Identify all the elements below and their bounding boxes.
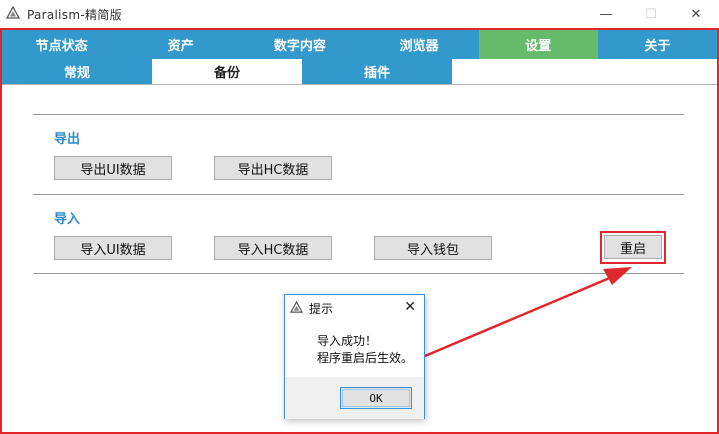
- tab-browser[interactable]: 浏览器: [359, 30, 479, 59]
- subtab-general[interactable]: 常规: [2, 59, 152, 84]
- dialog-footer: OK: [285, 377, 424, 419]
- restart-annotation-box: [600, 231, 666, 264]
- import-wallet-button[interactable]: 导入钱包: [374, 236, 492, 260]
- tab-label: 设置: [525, 39, 552, 54]
- import-section-label: 导入: [54, 212, 81, 227]
- sub-tab-bar: 常规 备份 插件: [2, 59, 452, 84]
- export-hc-data-button[interactable]: 导出HC数据: [214, 156, 332, 180]
- subtab-divider: [2, 84, 717, 85]
- subtab-label: 插件: [363, 66, 390, 81]
- tab-label: 资产: [167, 39, 194, 54]
- dialog-title: 提示: [309, 302, 334, 316]
- app-logo-icon: [6, 6, 20, 19]
- tab-digital-content[interactable]: 数字内容: [240, 30, 360, 59]
- tab-assets[interactable]: 资产: [121, 30, 241, 59]
- close-button[interactable]: ✕: [673, 0, 719, 28]
- main-tab-bar: 节点状态 资产 数字内容 浏览器 设置 关于: [2, 30, 718, 59]
- minimize-button[interactable]: —: [583, 0, 629, 28]
- minimize-icon: —: [599, 6, 613, 22]
- dialog-body: 导入成功！ 程序重启后生效。: [285, 321, 424, 377]
- divider: [33, 273, 684, 274]
- tab-label: 浏览器: [399, 39, 439, 54]
- subtab-label: 常规: [63, 66, 90, 81]
- export-section-label: 导出: [54, 132, 81, 147]
- maximize-icon: ☐: [645, 6, 657, 22]
- subtab-label: 备份: [213, 66, 240, 81]
- tab-node-status[interactable]: 节点状态: [2, 30, 122, 59]
- message-dialog: 提示 ✕ 导入成功！ 程序重启后生效。 OK: [284, 294, 425, 419]
- import-hc-data-button[interactable]: 导入HC数据: [214, 236, 332, 260]
- divider: [33, 194, 684, 195]
- subtab-plugins[interactable]: 插件: [302, 59, 452, 84]
- tab-label: 数字内容: [273, 39, 326, 54]
- triangle-logo-icon: [290, 301, 303, 313]
- import-ui-data-button[interactable]: 导入UI数据: [54, 236, 172, 260]
- window-title: Paralism-精简版: [27, 8, 122, 22]
- dialog-close-icon[interactable]: ✕: [404, 299, 416, 315]
- dialog-message-line: 导入成功！: [317, 334, 378, 348]
- tab-label: 关于: [644, 39, 671, 54]
- tab-settings[interactable]: 设置: [478, 30, 598, 59]
- title-bar: Paralism-精简版 — ☐ ✕: [0, 0, 719, 28]
- tab-label: 节点状态: [35, 39, 88, 54]
- dialog-message-line: 程序重启后生效。: [317, 351, 414, 365]
- dialog-title-bar: 提示 ✕: [285, 295, 424, 321]
- subtab-backup[interactable]: 备份: [152, 59, 302, 84]
- export-ui-data-button[interactable]: 导出UI数据: [54, 156, 172, 180]
- maximize-button[interactable]: ☐: [628, 0, 674, 28]
- close-icon: ✕: [690, 6, 702, 22]
- divider: [33, 114, 684, 115]
- ok-button[interactable]: OK: [340, 387, 412, 409]
- tab-about[interactable]: 关于: [597, 30, 718, 59]
